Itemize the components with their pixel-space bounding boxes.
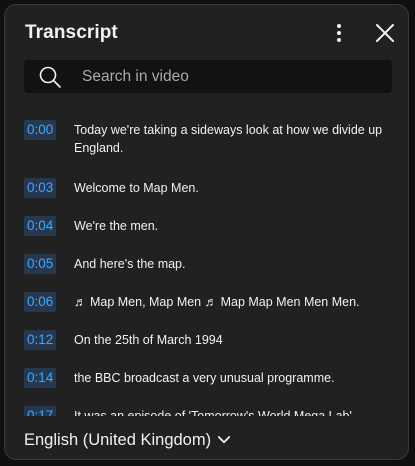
transcript-segment[interactable]: 0:06 ♬ Map Men, Map Men ♬ Map Map Men Men…	[5, 285, 408, 319]
segment-timestamp[interactable]: 0:05	[24, 254, 57, 274]
segment-timestamp[interactable]: 0:06	[24, 292, 57, 312]
transcript-segment[interactable]: 0:05 And here's the map.	[5, 247, 408, 281]
kebab-vertical-icon	[337, 24, 341, 42]
segment-timestamp[interactable]: 0:17	[24, 406, 57, 416]
segment-text: Today we're taking a sideways look at ho…	[74, 123, 383, 155]
transcript-segment-list[interactable]: 0:00 Today we're taking a sideways look a…	[5, 109, 408, 416]
segment-text: And here's the map.	[74, 257, 186, 271]
transcript-segment[interactable]: 0:17 It was an episode of 'Tomorrow's Wor…	[5, 399, 408, 416]
segment-text: the BBC broadcast a very unusual program…	[74, 371, 335, 385]
panel-title: Transcript	[25, 22, 118, 43]
segment-timestamp[interactable]: 0:04	[24, 216, 57, 236]
search-icon	[39, 66, 61, 88]
segment-text: It was an episode of 'Tomorrow's World M…	[74, 409, 352, 416]
transcript-footer: English (United Kingdom)	[5, 418, 408, 458]
transcript-panel: Transcript 0:00 Today we're taking a side…	[4, 4, 409, 460]
segment-text: We're the men.	[74, 219, 159, 233]
segment-text: On the 25th of March 1994	[74, 333, 223, 347]
segment-text: ♬ Map Men, Map Men ♬ Map Map Men Men Men…	[74, 295, 360, 309]
segment-timestamp[interactable]: 0:03	[24, 178, 57, 198]
transcript-segment[interactable]: 0:03 Welcome to Map Men.	[5, 171, 408, 205]
search-input[interactable]	[82, 60, 382, 93]
segment-timestamp[interactable]: 0:12	[24, 330, 57, 350]
transcript-segment[interactable]: 0:12 On the 25th of March 1994	[5, 323, 408, 357]
transcript-segment[interactable]: 0:00 Today we're taking a sideways look a…	[5, 113, 408, 167]
chevron-down-icon	[217, 436, 231, 444]
close-icon	[376, 24, 394, 42]
segment-timestamp[interactable]: 0:14	[24, 368, 57, 388]
transcript-segment[interactable]: 0:04 We're the men.	[5, 209, 408, 243]
language-selector[interactable]: English (United Kingdom)	[24, 428, 233, 452]
segment-text: Welcome to Map Men.	[74, 181, 199, 195]
search-box[interactable]	[24, 60, 392, 93]
transcript-segment[interactable]: 0:14 the BBC broadcast a very unusual pro…	[5, 361, 408, 395]
transcript-header: Transcript	[5, 5, 408, 59]
language-label: English (United Kingdom)	[24, 430, 212, 449]
close-button[interactable]	[373, 21, 397, 45]
more-options-button[interactable]	[327, 21, 351, 45]
segment-timestamp[interactable]: 0:00	[24, 120, 57, 140]
